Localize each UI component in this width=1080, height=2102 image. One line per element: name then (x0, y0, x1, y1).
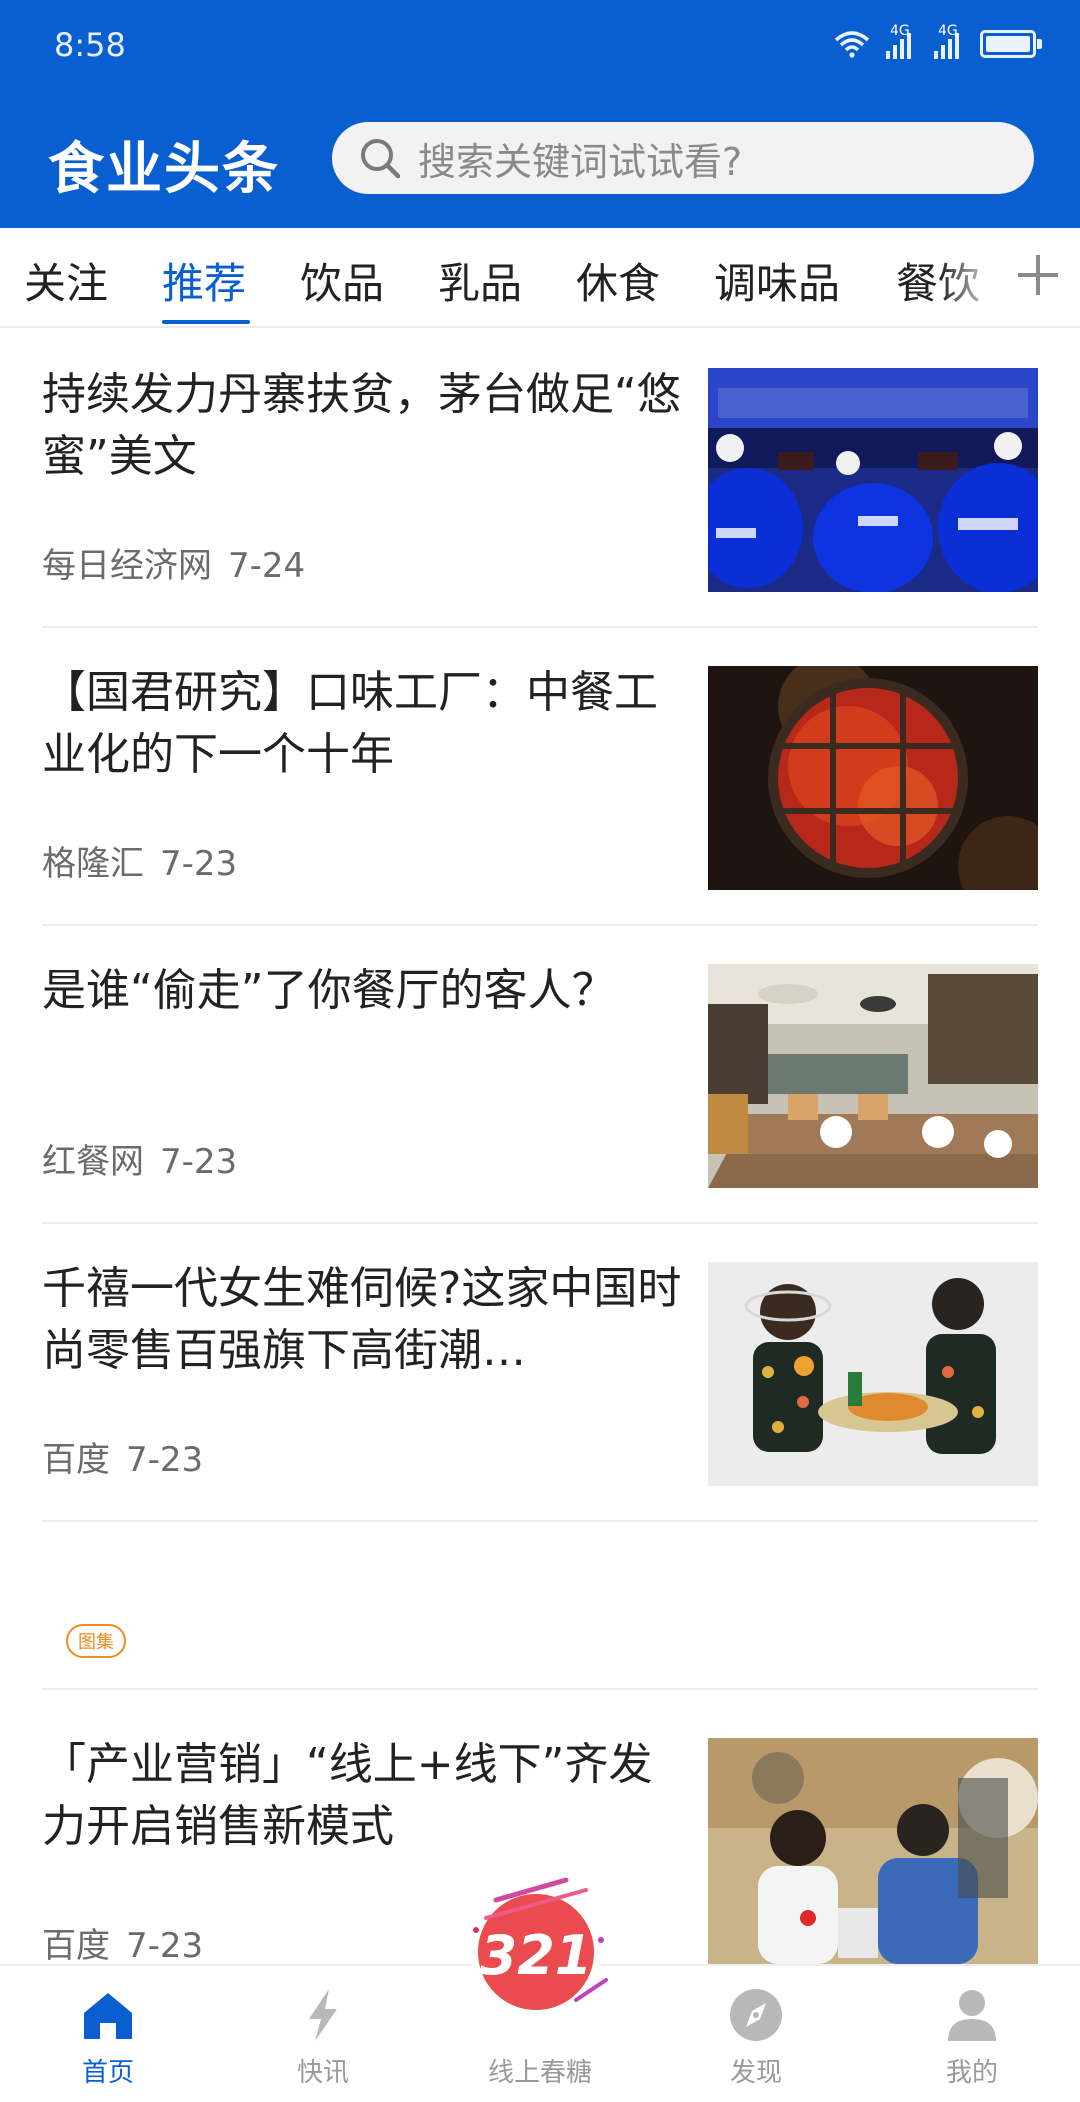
article-thumbnail (708, 368, 1038, 592)
app-logo: 食业头条 (48, 137, 280, 202)
signal-icon: 4G (884, 23, 918, 61)
article-source: 格隆汇 (42, 844, 144, 884)
tab-recommended[interactable]: 推荐 (162, 250, 246, 311)
nav-label: 首页 (81, 2058, 134, 2088)
tabs-fade (940, 228, 1000, 326)
article-source: 每日经济网 (42, 546, 212, 586)
article-title: 【国君研究】口味工厂：中餐工业化的下一个十年 (42, 667, 658, 780)
article-title: 持续发力丹寨扶贫，茅台做足“悠蜜”美文 (42, 369, 681, 482)
signal-icon: 4G (932, 23, 966, 61)
article-source: 红餐网 (42, 1142, 144, 1182)
article-meta: 百度 7-23 (42, 1432, 203, 1481)
article-title: 「产业营销」“线上+线下”齐发力开启销售新模式 (42, 1739, 653, 1852)
article-meta: 红餐网 7-23 (42, 1134, 237, 1183)
status-icons: 4G 4G (834, 22, 1042, 66)
plus-icon (1015, 252, 1061, 302)
article-meta: 格隆汇 7-23 (42, 836, 237, 885)
status-bar: 8:58 4G 4G (0, 0, 1080, 92)
tab-drinks[interactable]: 饮品 (300, 250, 384, 311)
wifi-icon (834, 30, 870, 58)
nav-home[interactable]: 首页 (28, 1984, 188, 2089)
home-icon (28, 1984, 188, 2046)
battery-icon (980, 30, 1042, 58)
article-item[interactable]: 【国君研究】口味工厂：中餐工业化的下一个十年 格隆汇 7-23 (42, 628, 1038, 926)
article-item[interactable]: 是谁“偷走”了你餐厅的客人？ 红餐网 7-23 (42, 926, 1038, 1224)
article-thumbnail (708, 964, 1038, 1188)
nav-flash-news[interactable]: 快讯 (243, 1984, 403, 2089)
tab-follow[interactable]: 关注 (24, 250, 108, 311)
article-date: 7-23 (126, 1926, 204, 1966)
article-item[interactable]: 持续发力丹寨扶贫，茅台做足“悠蜜”美文 每日经济网 7-24 (42, 330, 1038, 628)
article-thumbnail (708, 1262, 1038, 1486)
active-tab-indicator (162, 320, 250, 324)
article-source: 百度 (42, 1440, 110, 1480)
nav-profile[interactable]: 我的 (892, 1984, 1052, 2089)
compass-icon (676, 1984, 836, 2046)
search-placeholder: 搜索关键词试试看? (418, 139, 743, 184)
nav-label: 快讯 (296, 2058, 349, 2088)
status-time: 8:58 (54, 26, 126, 64)
network-type-2: 4G (938, 23, 958, 39)
tab-condiments[interactable]: 调味品 (714, 250, 840, 311)
article-thumbnail (708, 666, 1038, 890)
add-tab-button[interactable] (996, 228, 1080, 326)
lightning-icon (243, 1984, 403, 2046)
article-item[interactable]: 千禧一代女生难伺候?这家中国时尚零售百强旗下高街潮… 百度 7-23 (42, 1224, 1038, 1522)
user-icon (892, 1984, 1052, 2046)
article-date: 7-23 (126, 1440, 204, 1480)
nav-label: 我的 (945, 2058, 998, 2088)
divider (42, 1688, 1038, 1690)
article-date: 7-24 (228, 546, 306, 586)
nav-discover[interactable]: 发现 (676, 1984, 836, 2089)
tab-dairy[interactable]: 乳品 (438, 250, 522, 311)
article-title: 千禧一代女生难伺候?这家中国时尚零售百强旗下高街潮… (42, 1263, 682, 1376)
promo-badge-button[interactable]: 321 (456, 1870, 616, 2030)
app-header: 8:58 4G 4G 食业头条 搜索关键词试试看? (0, 0, 1080, 228)
article-meta: 每日经济网 7-24 (42, 538, 305, 587)
search-icon (358, 136, 402, 180)
article-title: 是谁“偷走”了你餐厅的客人？ (42, 965, 616, 1016)
promo-badge-label: 321 (480, 1924, 593, 1987)
article-date: 7-23 (160, 844, 238, 884)
article-thumbnail (708, 1738, 1038, 1964)
gallery-tag: 图集 (66, 1624, 126, 1658)
nav-label: 线上春糖 (487, 2058, 592, 2088)
tab-snacks[interactable]: 休食 (576, 250, 660, 311)
article-date: 7-23 (160, 1142, 238, 1182)
article-meta: 百度 7-23 (42, 1918, 203, 1967)
network-type-1: 4G (890, 23, 910, 39)
article-source: 百度 (42, 1926, 110, 1966)
category-tabs: 关注 推荐 饮品 乳品 休食 调味品 餐饮 (0, 228, 1080, 328)
nav-label: 发现 (729, 2058, 782, 2088)
search-input[interactable]: 搜索关键词试试看? (332, 122, 1034, 194)
